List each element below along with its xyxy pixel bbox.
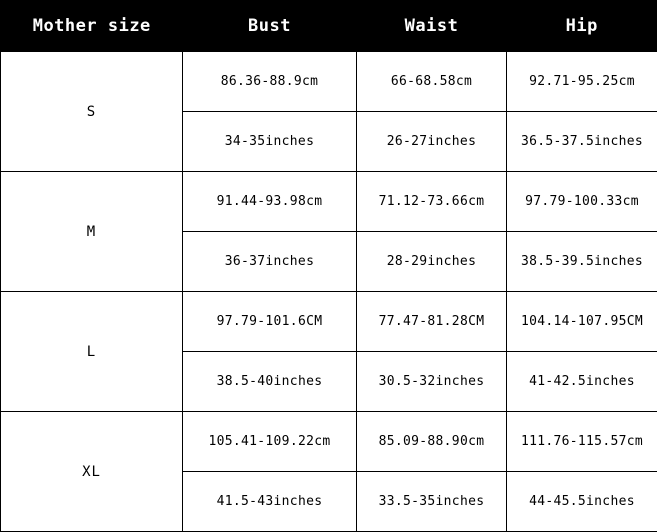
table-row: XL 105.41-109.22cm 85.09-88.90cm 111.76-…	[1, 412, 657, 472]
cell-l-waist-cm: 77.47-81.28CM	[357, 292, 507, 352]
cell-m-hip-in: 38.5-39.5inches	[507, 232, 657, 292]
size-label-xl: XL	[1, 412, 183, 532]
table-row: M 91.44-93.98cm 71.12-73.66cm 97.79-100.…	[1, 172, 657, 232]
cell-xl-bust-cm: 105.41-109.22cm	[183, 412, 357, 472]
cell-xl-waist-cm: 85.09-88.90cm	[357, 412, 507, 472]
size-chart-table: Mother size Bust Waist Hip S 86.36-88.9c…	[0, 0, 657, 532]
cell-l-bust-cm: 97.79-101.6CM	[183, 292, 357, 352]
table-header: Mother size Bust Waist Hip	[1, 1, 657, 52]
size-label-l: L	[1, 292, 183, 412]
column-header-hip: Hip	[507, 1, 657, 52]
cell-s-waist-cm: 66-68.58cm	[357, 52, 507, 112]
cell-m-bust-cm: 91.44-93.98cm	[183, 172, 357, 232]
size-label-s: S	[1, 52, 183, 172]
cell-s-bust-cm: 86.36-88.9cm	[183, 52, 357, 112]
cell-xl-hip-cm: 111.76-115.57cm	[507, 412, 657, 472]
cell-s-hip-in: 36.5-37.5inches	[507, 112, 657, 172]
cell-s-waist-in: 26-27inches	[357, 112, 507, 172]
cell-s-bust-in: 34-35inches	[183, 112, 357, 172]
table-row: S 86.36-88.9cm 66-68.58cm 92.71-95.25cm	[1, 52, 657, 112]
cell-xl-bust-in: 41.5-43inches	[183, 472, 357, 532]
table-row: L 97.79-101.6CM 77.47-81.28CM 104.14-107…	[1, 292, 657, 352]
cell-s-hip-cm: 92.71-95.25cm	[507, 52, 657, 112]
column-header-bust: Bust	[183, 1, 357, 52]
cell-m-waist-cm: 71.12-73.66cm	[357, 172, 507, 232]
cell-xl-hip-in: 44-45.5inches	[507, 472, 657, 532]
size-label-m: M	[1, 172, 183, 292]
column-header-waist: Waist	[357, 1, 507, 52]
cell-m-hip-cm: 97.79-100.33cm	[507, 172, 657, 232]
cell-l-hip-cm: 104.14-107.95CM	[507, 292, 657, 352]
cell-l-hip-in: 41-42.5inches	[507, 352, 657, 412]
cell-l-waist-in: 30.5-32inches	[357, 352, 507, 412]
size-chart-container: Mother size Bust Waist Hip S 86.36-88.9c…	[0, 0, 657, 525]
header-row: Mother size Bust Waist Hip	[1, 1, 657, 52]
column-header-size: Mother size	[1, 1, 183, 52]
cell-l-bust-in: 38.5-40inches	[183, 352, 357, 412]
cell-m-bust-in: 36-37inches	[183, 232, 357, 292]
table-body: S 86.36-88.9cm 66-68.58cm 92.71-95.25cm …	[1, 52, 657, 532]
cell-xl-waist-in: 33.5-35inches	[357, 472, 507, 532]
cell-m-waist-in: 28-29inches	[357, 232, 507, 292]
